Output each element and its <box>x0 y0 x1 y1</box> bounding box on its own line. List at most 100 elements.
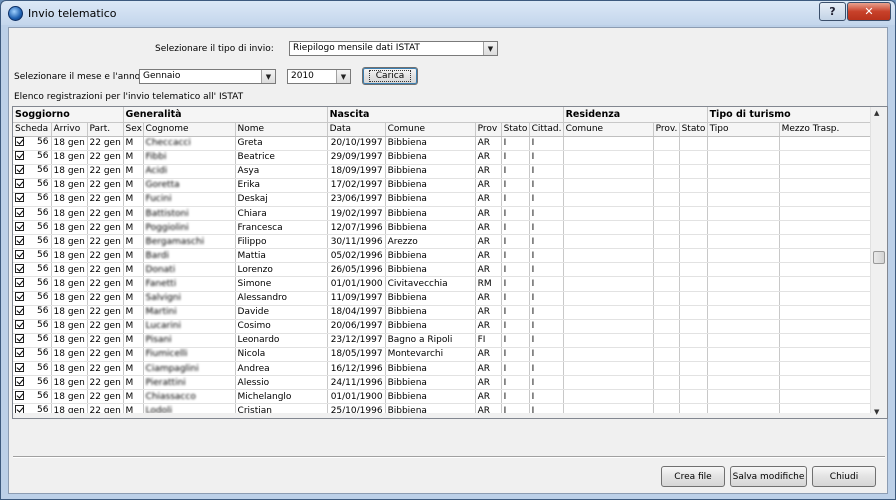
cell-cittad[interactable]: I <box>529 178 564 193</box>
cell-stato[interactable]: I <box>501 192 530 207</box>
cell-sex[interactable]: M <box>123 206 144 222</box>
cell-comune[interactable]: Montevarchi <box>385 347 476 363</box>
cell-arrivo[interactable]: 18 gen <box>51 291 88 306</box>
crea-file-button[interactable]: Crea file <box>661 466 725 487</box>
cell-scheda[interactable]: 56 <box>13 234 52 250</box>
cell-cognome[interactable]: Lucarini <box>143 319 236 334</box>
row-checkbox[interactable] <box>15 151 24 161</box>
cell-empty[interactable] <box>779 291 872 306</box>
cell-prov[interactable]: AR <box>475 361 502 377</box>
anno-select[interactable]: 2010 ▼ <box>287 69 351 84</box>
cell-data[interactable]: 20/06/1997 <box>327 319 386 334</box>
cell-data[interactable]: 26/05/1996 <box>327 262 386 278</box>
cell-data[interactable]: 16/12/1996 <box>327 361 386 377</box>
cell-nome[interactable]: Leonardo <box>235 333 328 348</box>
cell-comune[interactable]: Bibbiena <box>385 375 476 391</box>
cell-empty[interactable] <box>653 220 680 236</box>
cell-stato[interactable]: I <box>501 136 530 151</box>
column-header[interactable]: Nome <box>235 122 328 137</box>
cell-scheda[interactable]: 56 <box>13 178 52 193</box>
cell-scheda[interactable]: 56 <box>13 136 52 151</box>
row-checkbox[interactable] <box>15 207 24 217</box>
cell-cittad[interactable]: I <box>529 220 564 236</box>
cell-prov[interactable]: AR <box>475 291 502 306</box>
cell-cittad[interactable]: I <box>529 192 564 207</box>
row-checkbox[interactable] <box>15 179 24 189</box>
cell-cittad[interactable]: I <box>529 375 564 391</box>
cell-empty[interactable] <box>779 192 872 207</box>
cell-empty[interactable] <box>779 375 872 391</box>
cell-empty[interactable] <box>779 276 872 292</box>
cell-prov[interactable]: AR <box>475 136 502 151</box>
cell-empty[interactable] <box>707 220 780 236</box>
cell-nome[interactable]: Andrea <box>235 361 328 377</box>
cell-empty[interactable] <box>707 389 780 405</box>
cell-arrivo[interactable]: 18 gen <box>51 192 88 207</box>
cell-empty[interactable] <box>563 417 654 418</box>
vertical-scrollbar[interactable]: ▲ ▼ <box>870 107 887 418</box>
cell-nome[interactable]: Alessandro <box>235 291 328 306</box>
cell-part[interactable]: 22 gen <box>87 234 124 250</box>
row-checkbox[interactable] <box>15 263 24 273</box>
cell-part[interactable]: 22 gen <box>87 291 124 306</box>
cell-prov[interactable]: AR <box>475 347 502 363</box>
cell-cognome[interactable]: Fucini <box>143 192 236 207</box>
table-row[interactable]: 56 18 gen 22 gen M Lucarini Cosimo 20/06/1997 B… <box>13 319 872 334</box>
row-checkbox[interactable] <box>15 193 24 203</box>
cell-empty[interactable] <box>679 220 708 236</box>
salva-modifiche-button[interactable]: Salva modifiche <box>730 466 807 487</box>
cell-comune[interactable]: Bibbiena <box>385 248 476 264</box>
cell-part[interactable]: 22 gen <box>87 276 124 292</box>
cell-empty[interactable] <box>653 305 680 320</box>
cell-cittad[interactable]: I <box>529 361 564 377</box>
cell-scheda[interactable]: 56 <box>13 347 52 363</box>
cell-cognome[interactable]: Fiumicelli <box>143 347 236 363</box>
table-row[interactable]: 56 18 gen 22 gen M Ciampaglini Andrea 16/12/19… <box>13 361 872 377</box>
cell-stato[interactable]: I <box>501 150 530 165</box>
cell-scheda[interactable]: 56 <box>13 164 52 179</box>
cell-data[interactable]: 18/04/1997 <box>327 305 386 320</box>
cell-empty[interactable] <box>679 262 708 278</box>
cell-nome[interactable]: Simone <box>235 276 328 292</box>
column-header[interactable]: Sex <box>123 122 144 137</box>
cell-empty[interactable] <box>779 248 872 264</box>
column-header[interactable]: Comune <box>563 122 654 137</box>
row-checkbox[interactable] <box>15 362 24 372</box>
cell-sex[interactable]: M <box>123 192 144 207</box>
cell-part[interactable]: 22 gen <box>87 305 124 320</box>
cell-cittad[interactable]: I <box>529 206 564 222</box>
cell-sex[interactable]: M <box>123 262 144 278</box>
table-row[interactable]: 56 18 gen 22 gen M Martini Davide 18/04/1997 Bi… <box>13 305 872 320</box>
cell-prov[interactable]: AR <box>475 220 502 236</box>
chevron-down-icon[interactable]: ▼ <box>483 42 497 55</box>
cell-prov[interactable]: AR <box>475 150 502 165</box>
cell-empty[interactable] <box>653 291 680 306</box>
cell-empty[interactable] <box>563 192 654 207</box>
cell-comune[interactable]: Bibbiena <box>385 305 476 320</box>
cell-comune[interactable]: Bibbiena <box>385 192 476 207</box>
registrazioni-grid[interactable]: Soggiorno Generalità Nascita Residenza T… <box>12 106 888 419</box>
cell-empty[interactable] <box>779 417 872 418</box>
chevron-down-icon[interactable]: ▼ <box>261 70 275 83</box>
cell-prov[interactable]: AR <box>475 206 502 222</box>
cell-empty[interactable] <box>779 389 872 405</box>
row-checkbox[interactable] <box>15 235 24 245</box>
row-checkbox[interactable] <box>15 249 24 259</box>
cell-empty[interactable] <box>679 206 708 222</box>
cell-empty[interactable] <box>707 417 780 418</box>
cell-empty[interactable] <box>707 206 780 222</box>
cell-cittad[interactable]: I <box>529 389 564 405</box>
horizontal-scrollbar[interactable] <box>13 413 871 418</box>
cell-empty[interactable] <box>563 206 654 222</box>
cell-part[interactable]: 22 gen <box>87 192 124 207</box>
cell-empty[interactable] <box>653 276 680 292</box>
cell-arrivo[interactable]: 18 gen <box>51 206 88 222</box>
cell-prov[interactable]: RM <box>475 276 502 292</box>
cell-data[interactable]: 11/09/1997 <box>327 291 386 306</box>
cell-comune[interactable]: Bibbiena <box>385 417 476 418</box>
cell-empty[interactable] <box>707 319 780 334</box>
cell-comune[interactable]: Civitavecchia <box>385 276 476 292</box>
cell-cognome[interactable]: Acidi <box>143 164 236 179</box>
cell-scheda[interactable]: 56 <box>13 192 52 207</box>
table-row[interactable]: 56 18 gen 22 gen M Checcacci Greta 20/10/1997 B… <box>13 136 872 151</box>
